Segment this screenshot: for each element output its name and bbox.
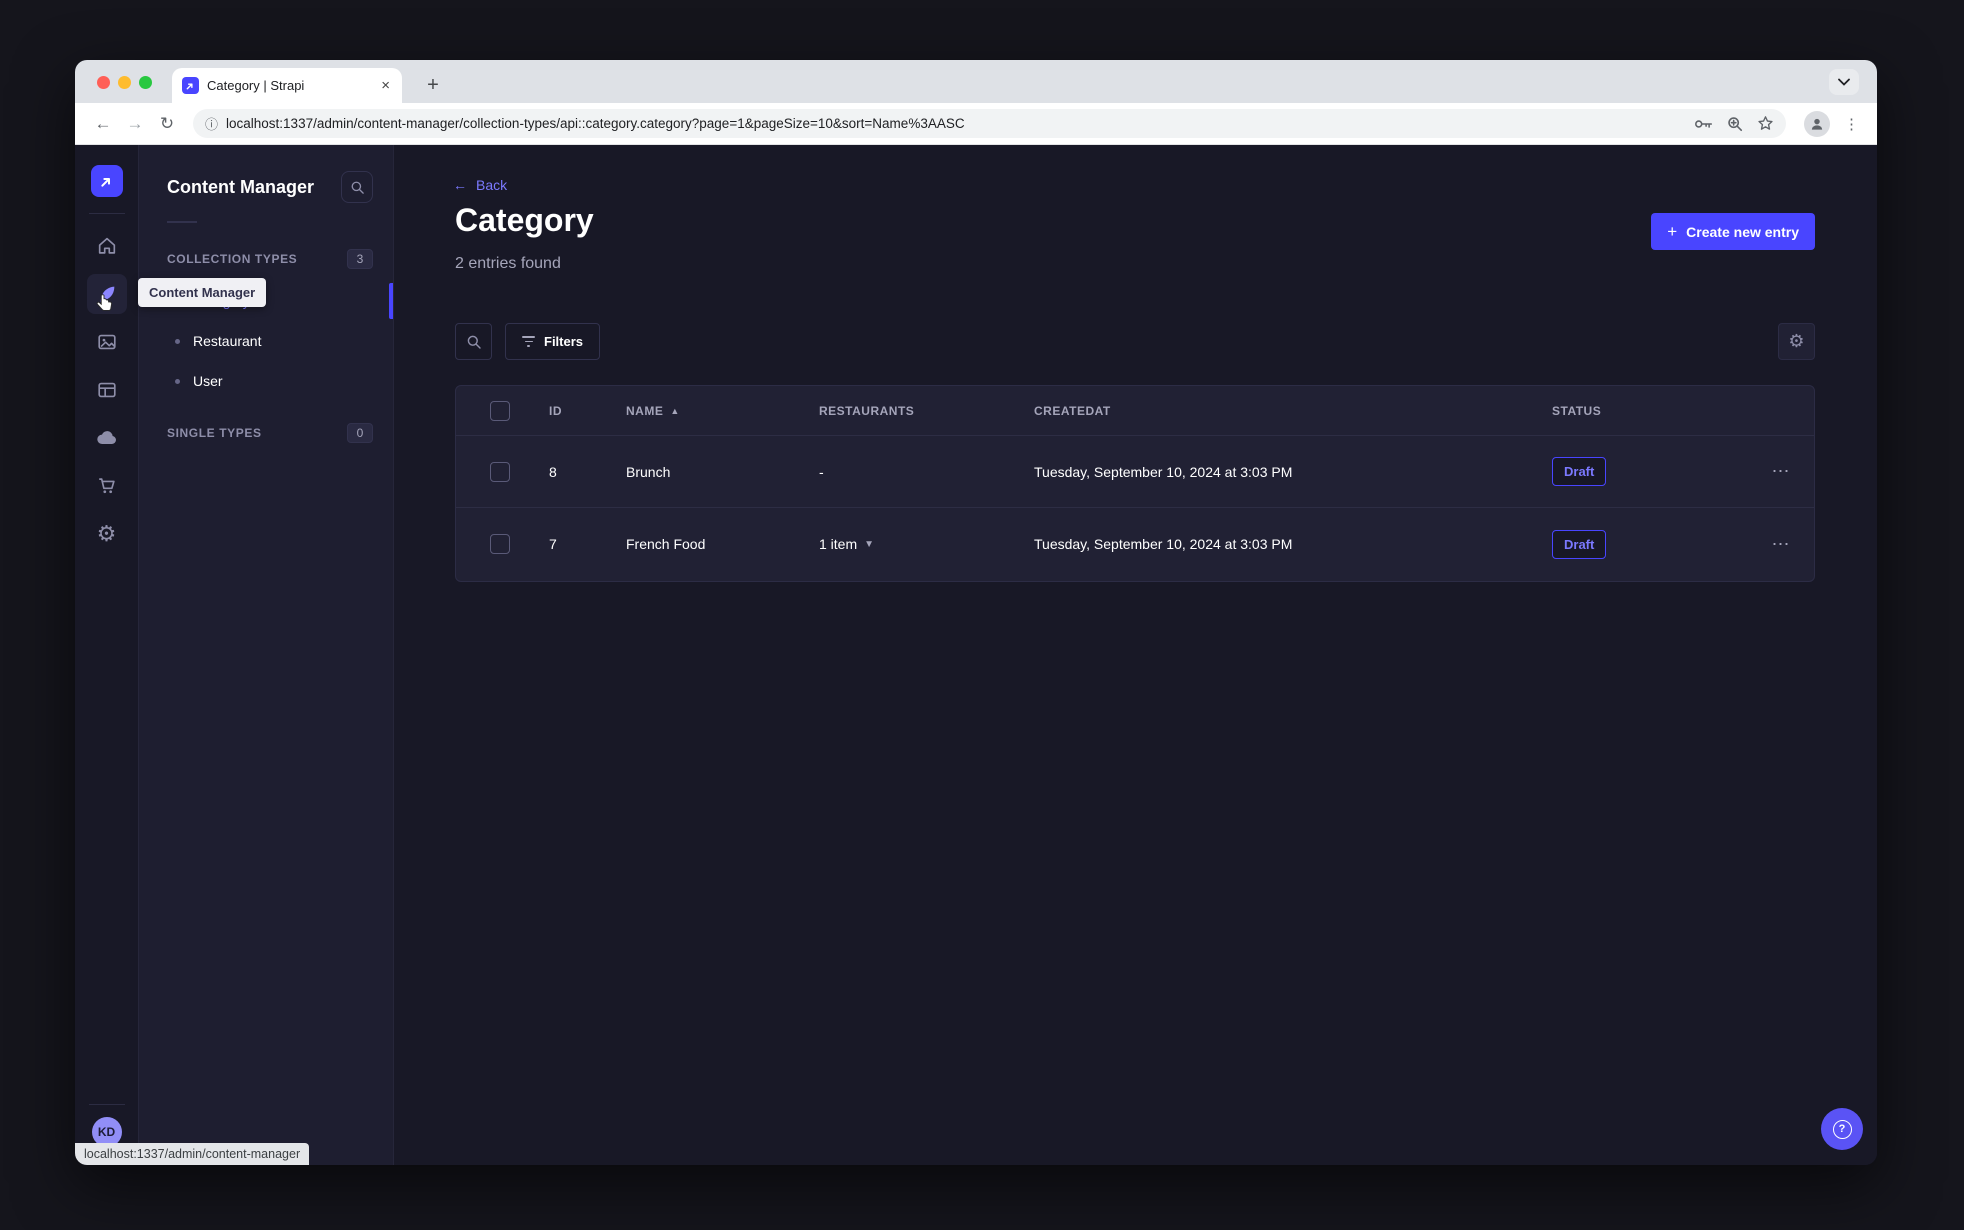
new-tab-button[interactable]: +: [419, 71, 447, 99]
search-entries-button[interactable]: [455, 323, 492, 360]
row-checkbox[interactable]: [490, 461, 510, 482]
media-library-icon[interactable]: [87, 322, 127, 362]
active-indicator: [389, 283, 393, 319]
strapi-logo-icon[interactable]: [90, 165, 123, 197]
table-row[interactable]: 7 French Food 1 item ▼ Tuesday, September…: [456, 508, 1814, 580]
browser-tab[interactable]: Category | Strapi ×: [172, 68, 402, 103]
back-nav-icon[interactable]: ←: [89, 110, 117, 138]
table-row[interactable]: 8 Brunch - Tuesday, September 10, 2024 a…: [456, 436, 1814, 508]
filters-label: Filters: [544, 334, 584, 349]
question-mark-icon: ?: [1832, 1119, 1852, 1139]
back-link[interactable]: ← Back: [453, 177, 507, 193]
bullet-icon: [175, 338, 180, 344]
create-button-label: Create new entry: [1686, 223, 1799, 240]
sidebar-item-label: User: [193, 373, 223, 389]
select-all-checkbox[interactable]: [490, 400, 510, 421]
filters-button[interactable]: Filters: [505, 323, 601, 360]
status-badge: Draft: [1552, 457, 1607, 486]
cell-restaurants: -: [819, 463, 824, 480]
cell-createdat: Tuesday, September 10, 2024 at 3:03 PM: [1034, 536, 1293, 552]
cell-id: 7: [549, 536, 557, 552]
sort-asc-icon: ▲: [670, 405, 680, 416]
entries-count: 2 entries found: [455, 255, 561, 272]
column-header-status[interactable]: STATUS: [1552, 404, 1746, 418]
status-badge: Draft: [1552, 529, 1607, 559]
fullscreen-window-button[interactable]: [139, 76, 152, 89]
column-header-id[interactable]: ID: [549, 404, 626, 418]
minimize-window-button[interactable]: [118, 76, 131, 89]
url-text[interactable]: localhost:1337/admin/content-manager/col…: [226, 116, 1678, 131]
bullet-icon: [175, 378, 180, 384]
row-checkbox[interactable]: [490, 534, 510, 554]
sidebar-divider: [88, 213, 125, 214]
main-content: ← Back Category 2 entries found + Create…: [394, 145, 1877, 1165]
home-icon[interactable]: [87, 226, 127, 266]
strapi-app: ⚙ KD Content Manager COLLECTION TYPES 3 …: [75, 145, 1877, 1165]
content-manager-tooltip: Content Manager: [138, 278, 267, 307]
chevron-down-icon: ▼: [864, 538, 875, 550]
password-key-icon[interactable]: [1694, 117, 1713, 131]
sidebar-item-label: Restaurant: [193, 333, 262, 349]
column-header-restaurants[interactable]: RESTAURANTS: [819, 404, 1034, 418]
column-header-name[interactable]: NAME ▲: [626, 404, 819, 418]
back-label: Back: [476, 177, 508, 193]
filter-icon: [522, 336, 535, 347]
sidebar-item-restaurant[interactable]: Restaurant: [139, 321, 393, 361]
url-bar[interactable]: ⓘ localhost:1337/admin/content-manager/c…: [193, 109, 1786, 138]
content-type-builder-icon[interactable]: [87, 370, 127, 410]
collection-types-section-header: COLLECTION TYPES 3: [139, 243, 393, 275]
settings-icon[interactable]: ⚙: [87, 514, 127, 554]
column-header-createdat[interactable]: CREATEDAT: [1034, 404, 1552, 418]
single-types-count-badge: 0: [347, 423, 373, 443]
sidebar-item-user[interactable]: User: [139, 361, 393, 401]
single-types-section-header: SINGLE TYPES 0: [139, 417, 393, 449]
row-actions-menu-icon[interactable]: ⋯: [1746, 534, 1816, 555]
tab-search-button[interactable]: [1829, 69, 1859, 95]
zoom-page-icon[interactable]: [1727, 116, 1743, 132]
entries-table: ID NAME ▲ RESTAURANTS CREATEDAT STATUS 8 …: [455, 385, 1815, 582]
site-info-icon[interactable]: ⓘ: [205, 114, 218, 133]
strapi-favicon-icon: [182, 77, 199, 94]
view-settings-button[interactable]: ⚙: [1778, 323, 1815, 360]
reload-icon[interactable]: ↻: [153, 110, 181, 138]
browser-menu-icon[interactable]: ⋮: [1840, 115, 1863, 133]
pointer-cursor-icon: [93, 293, 115, 315]
browser-window: Category | Strapi × + ← → ↻ ⓘ localhost:…: [75, 60, 1877, 1165]
browser-toolbar: ← → ↻ ⓘ localhost:1337/admin/content-man…: [75, 103, 1877, 145]
table-header-row: ID NAME ▲ RESTAURANTS CREATEDAT STATUS: [456, 386, 1814, 436]
collection-types-label: COLLECTION TYPES: [167, 252, 298, 266]
window-controls: [97, 76, 152, 89]
sidebar-footer-divider: [88, 1104, 125, 1105]
page-title: Category: [455, 202, 594, 238]
tab-close-icon[interactable]: ×: [379, 77, 392, 94]
cell-restaurants[interactable]: 1 item ▼: [819, 536, 1034, 552]
help-button[interactable]: ?: [1821, 1108, 1863, 1150]
tab-title: Category | Strapi: [207, 78, 305, 93]
arrow-left-icon: ←: [453, 177, 467, 193]
collection-types-count-badge: 3: [347, 249, 373, 269]
cell-createdat: Tuesday, September 10, 2024 at 3:03 PM: [1034, 463, 1293, 480]
plus-icon: +: [1667, 221, 1678, 241]
bookmark-star-icon[interactable]: [1757, 115, 1774, 132]
subnav-title: Content Manager: [167, 176, 315, 197]
cell-name: French Food: [626, 536, 706, 552]
browser-profile-icon[interactable]: [1804, 110, 1830, 137]
row-actions-menu-icon[interactable]: ⋯: [1746, 461, 1816, 482]
subnav-search-button[interactable]: [341, 171, 373, 203]
single-types-label: SINGLE TYPES: [167, 426, 262, 440]
cell-id: 8: [549, 463, 557, 480]
link-preview-statusbar: localhost:1337/admin/content-manager: [75, 1143, 310, 1165]
tab-strip: Category | Strapi × +: [75, 60, 1877, 103]
close-window-button[interactable]: [97, 76, 110, 89]
cloud-icon[interactable]: [87, 418, 127, 458]
forward-nav-icon[interactable]: →: [121, 110, 149, 138]
create-new-entry-button[interactable]: + Create new entry: [1651, 213, 1815, 250]
subnav-divider: [167, 221, 197, 223]
marketplace-icon[interactable]: [87, 466, 127, 506]
cell-name: Brunch: [626, 463, 671, 480]
